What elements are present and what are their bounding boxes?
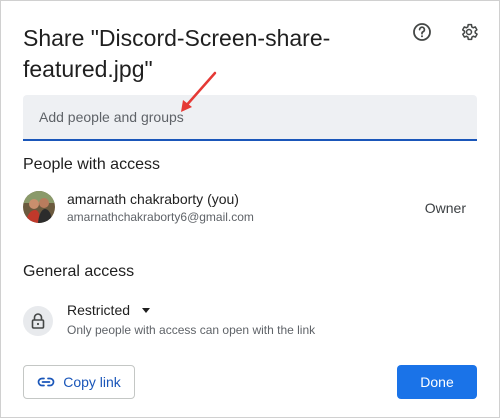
lock-icon-container [23, 306, 53, 336]
user-email: amarnathchakraborty6@gmail.com [67, 210, 254, 224]
lock-icon [31, 313, 45, 329]
gear-icon [461, 23, 478, 41]
general-access-value: Restricted [67, 302, 131, 318]
done-label: Done [420, 374, 454, 390]
add-people-input[interactable] [23, 95, 477, 141]
link-icon [37, 377, 55, 387]
general-access-dropdown[interactable]: Restricted [67, 302, 151, 318]
general-access-heading: General access [23, 263, 135, 280]
settings-button[interactable] [456, 19, 482, 45]
user-name: amarnath chakraborty (you) [67, 191, 239, 207]
owner-role-label: Owner [424, 200, 466, 216]
copy-link-button[interactable]: Copy link [23, 365, 135, 399]
share-dialog: Share "Discord-Screen-share-featured.jpg… [0, 0, 500, 418]
caret-down-icon [142, 307, 151, 313]
help-button[interactable] [409, 19, 435, 45]
avatar [23, 191, 55, 223]
help-circle-icon [413, 23, 431, 41]
people-with-access-heading: People with access [23, 156, 160, 173]
copy-link-label: Copy link [63, 374, 121, 390]
dialog-title: Share "Discord-Screen-share-featured.jpg… [23, 25, 331, 82]
done-button[interactable]: Done [397, 365, 477, 399]
general-access-description: Only people with access can open with th… [67, 323, 316, 337]
